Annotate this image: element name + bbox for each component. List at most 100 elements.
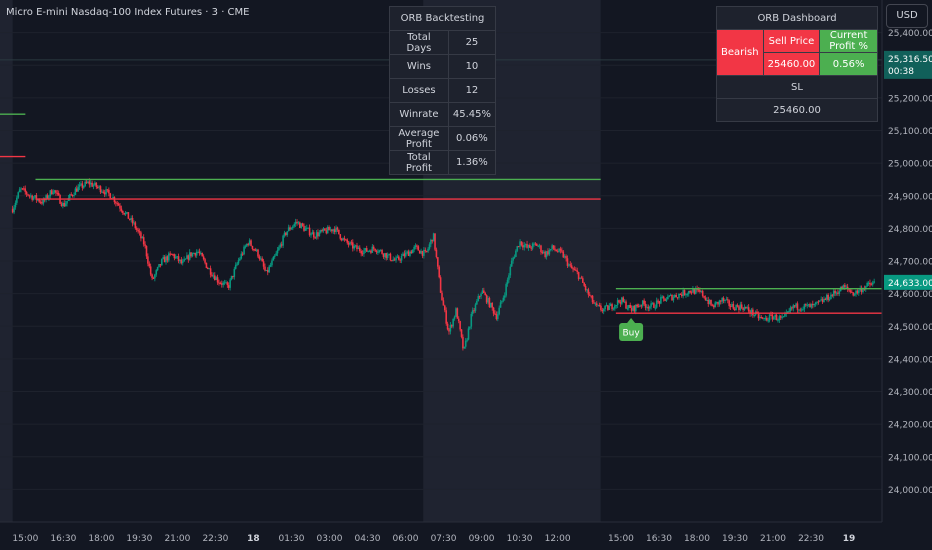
candle-body [170,253,173,255]
candle-body [94,182,96,186]
candle-body [27,194,29,196]
candle-body [304,228,307,231]
candle-body [17,192,20,198]
candle-body [87,181,89,183]
candle-body [148,263,151,267]
candle-body [704,297,707,301]
candle-body [484,293,487,296]
candle-body [49,190,52,196]
candle-body [279,244,282,248]
candle-body [515,250,517,257]
candle-body [349,242,351,245]
candle-body [253,249,255,251]
candle-body [747,307,750,312]
candle-body [392,259,395,261]
candle-body [331,229,333,232]
candle-body [287,227,290,232]
candle-body [371,246,374,253]
candle-body [166,256,169,261]
candle-body [509,266,512,276]
price-tick-label: 25,200.00 [888,94,932,104]
candle-body [193,252,195,254]
candle-body [845,286,848,288]
candle-body [437,257,439,267]
backtest-value: 45.45% [447,102,497,127]
time-tick-label: 18:00 [88,534,114,544]
backtest-value: 25 [447,30,497,55]
candle-body [64,203,67,207]
candle-body [50,190,53,195]
candle-body [637,306,640,308]
candle-body [69,194,71,199]
time-tick-label: 07:30 [431,534,457,544]
candle-body [682,290,684,297]
candle-body [188,252,191,260]
candle-body [180,259,183,264]
candle-body [117,203,120,206]
candle-body [63,202,66,207]
candle-body [729,305,732,307]
price-tick-label: 24,700.00 [888,258,932,268]
candle-body [184,258,187,260]
candle-body [138,231,141,233]
candle-body [609,304,612,306]
candle-body [292,226,294,229]
candle-body [255,249,258,251]
candle-body [453,316,456,319]
candle-body [307,227,309,229]
candle-body [630,307,633,311]
time-tick-label: 21:00 [760,534,786,544]
candle-body [82,185,85,188]
candle-body [141,237,144,239]
backtest-value: 10 [447,54,497,79]
candle-body [799,309,802,311]
candle-body [29,195,32,197]
candle-body [490,302,492,308]
candle-body [759,316,761,319]
candle-body [565,256,567,259]
candle-body [575,269,577,271]
candle-body [817,301,820,303]
candle-body [208,268,211,270]
currency-button[interactable]: USD [886,4,928,28]
candle-body [213,275,216,281]
candle-body [590,295,592,297]
time-tick-label: 04:30 [355,534,381,544]
candle-body [651,303,654,305]
candle-body [197,251,199,253]
candle-body [607,305,609,310]
candle-body [358,247,361,252]
candle-body [742,307,744,310]
candle-body [614,305,616,309]
candle-body [587,289,590,295]
candle-body [694,288,697,294]
candle-body [219,283,222,285]
price-tick-label: 24,300.00 [888,388,932,398]
candle-body [796,303,799,310]
candle-body [361,253,364,255]
candle-body [303,225,305,231]
candle-body [382,253,385,257]
candle-body [473,310,475,312]
backtest-label: Winrate [389,102,449,127]
candle-body [753,315,756,317]
candle-body [858,290,860,294]
candle-body [212,275,215,277]
candle-body [813,304,816,306]
candle-body [218,282,220,284]
candle-body [633,305,636,312]
candle-body [775,314,778,321]
candle-body [442,300,445,306]
table-row: Total Days 25 [389,30,497,55]
candle-body [654,307,657,309]
candle-body [137,229,139,232]
candle-body [566,258,569,266]
candle-body [120,208,123,211]
candle-body [676,297,679,299]
candle-body [824,298,827,300]
candle-body [223,282,226,284]
candle-body [573,269,576,271]
candle-body [650,303,652,307]
price-tick-label: 25,100.00 [888,127,932,137]
candle-body [746,307,749,309]
